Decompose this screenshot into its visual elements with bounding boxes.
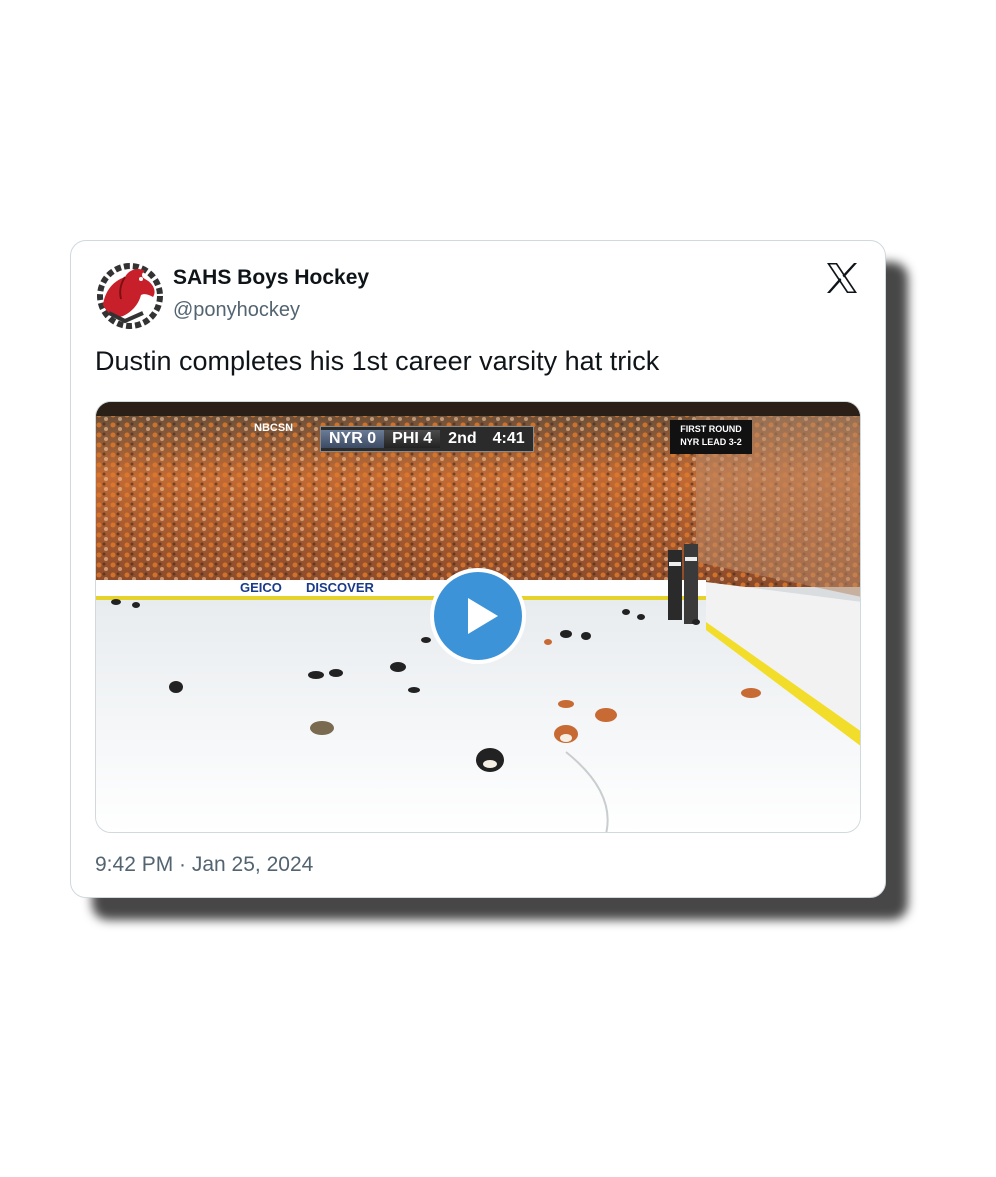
home-team: PHI 4	[384, 430, 441, 448]
series-status: FIRST ROUND NYR LEAD 3-2	[670, 420, 752, 454]
display-name[interactable]: SAHS Boys Hockey	[173, 266, 369, 290]
scoreboard-overlay: NYR 0 PHI 4 2nd 4:41	[320, 426, 534, 452]
series-lead: NYR LEAD 3-2	[680, 437, 742, 447]
away-team-score: 0	[367, 430, 377, 447]
series-round: FIRST ROUND	[680, 424, 742, 434]
video-player[interactable]: NBCSN NYR 0 PHI 4 2nd 4:41 FIRST ROUND N…	[95, 401, 861, 833]
game-period: 2nd	[448, 430, 477, 447]
tweet-timestamp[interactable]: 9:42 PM · Jan 25, 2024	[95, 853, 313, 877]
home-team-name: PHI	[392, 430, 419, 447]
board-ad-geico: GEICO	[240, 580, 282, 595]
mustang-logo-icon	[95, 261, 165, 331]
play-button[interactable]	[430, 568, 526, 664]
away-team-name: NYR	[329, 430, 363, 447]
user-handle[interactable]: @ponyhockey	[173, 299, 300, 322]
tweet-card[interactable]: SAHS Boys Hockey @ponyhockey Dustin comp…	[70, 240, 886, 898]
tweet-text: Dustin completes his 1st career varsity …	[95, 346, 660, 376]
play-icon	[468, 598, 498, 634]
board-ad-discover: DISCOVER	[306, 580, 374, 595]
network-logo: NBCSN	[254, 422, 294, 434]
page: SAHS Boys Hockey @ponyhockey Dustin comp…	[0, 0, 996, 1177]
away-team: NYR 0	[321, 430, 385, 448]
avatar[interactable]	[95, 261, 165, 331]
home-team-score: 4	[423, 430, 433, 447]
game-clock: 4:41	[492, 430, 525, 447]
x-logo-icon[interactable]	[825, 261, 859, 295]
